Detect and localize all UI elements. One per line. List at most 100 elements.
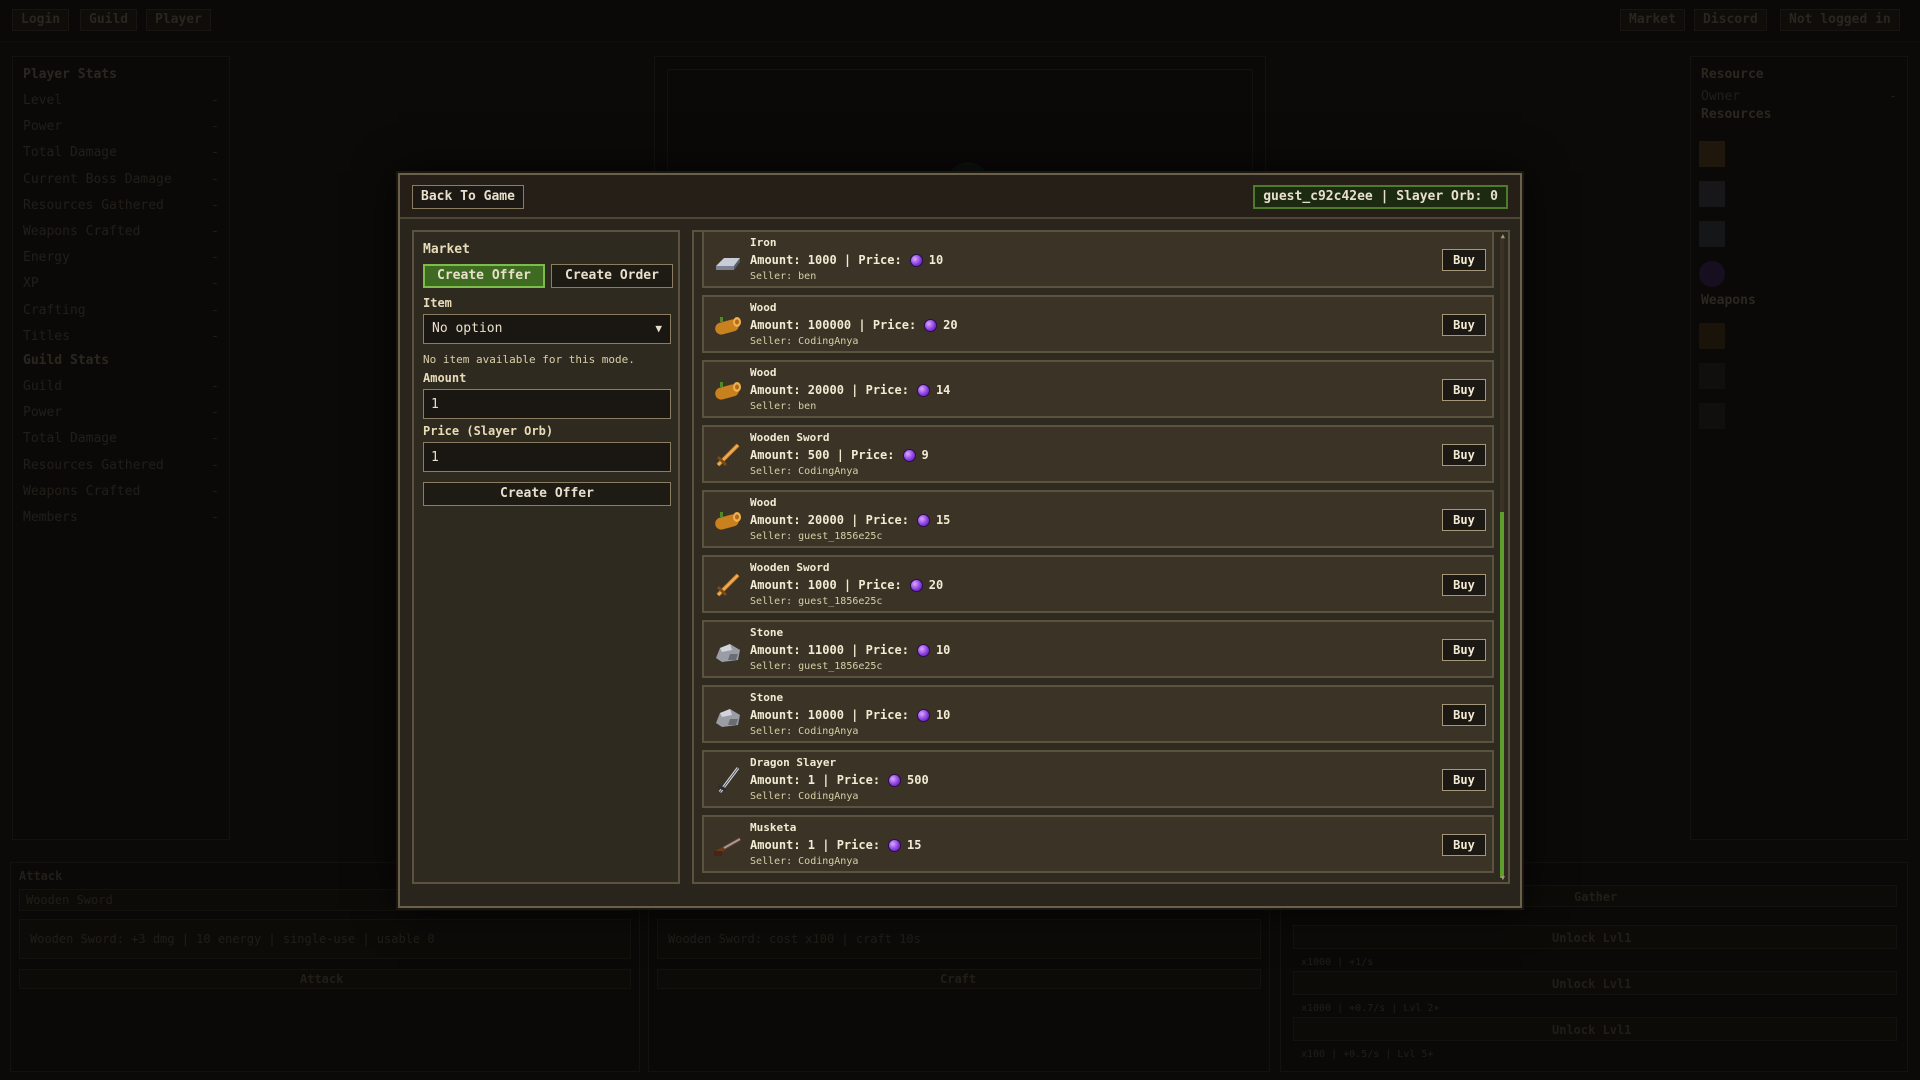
buy-button[interactable]: Buy [1442,314,1486,336]
price-label: Price (Slayer Orb) [423,424,554,438]
listing-item-name: Wooden Sword [750,431,830,444]
create-order-tab[interactable]: Create Order [551,264,673,288]
modal-header: Back To Game guest_c92c42ee | Slayer Orb… [400,175,1520,219]
back-to-game-button[interactable]: Back To Game [412,185,524,209]
item-select-value: No option [432,321,503,336]
buy-button[interactable]: Buy [1442,639,1486,661]
market-listing: Dragon Slayer Amount: 1 | Price: 500 Seller… [702,750,1494,808]
buy-button[interactable]: Buy [1442,379,1486,401]
scroll-down-icon[interactable]: ▼ [1501,874,1505,882]
market-listing: Wood Amount: 20000 | Price: 14 Seller: ben B… [702,360,1494,418]
listing-amount: Amount: 20000 | Price: [750,383,909,397]
user-balance-badge: guest_c92c42ee | Slayer Orb: 0 [1253,185,1508,209]
buy-button[interactable]: Buy [1442,444,1486,466]
wood-log-icon [712,376,744,404]
buy-button[interactable]: Buy [1442,574,1486,596]
listings-scrollbar-thumb[interactable] [1500,512,1504,878]
listing-seller: Seller: guest_1856e25c [750,661,883,672]
item-label: Item [423,296,452,310]
listing-amount-price: Amount: 11000 | Price: 10 [750,643,950,657]
listing-price: 500 [907,773,929,787]
listing-amount: Amount: 500 | Price: [750,448,895,462]
listing-amount-price: Amount: 20000 | Price: 14 [750,383,950,397]
listing-amount: Amount: 10000 | Price: [750,708,909,722]
listing-amount: Amount: 20000 | Price: [750,513,909,527]
listing-item-name: Iron [750,236,777,249]
listing-price: 20 [928,578,944,592]
market-form-title: Market [423,242,470,257]
listing-seller: Seller: CodingAnya [750,336,859,347]
slayer-orb-icon [909,578,923,592]
wooden-sword-icon [712,571,744,599]
listing-item-name: Dragon Slayer [750,756,837,769]
listing-amount-price: Amount: 1000 | Price: 20 [750,578,943,592]
market-listing: Wood Amount: 20000 | Price: 15 Seller: gues… [702,490,1494,548]
listing-seller: Seller: ben [750,271,817,282]
price-input[interactable] [423,442,671,472]
listing-price: 15 [907,838,922,852]
listing-seller: Seller: CodingAnya [750,856,859,867]
listing-seller: Seller: CodingAnya [750,791,859,802]
listing-amount-price: Amount: 100000 | Price: 20 [750,318,958,332]
listing-item-name: Musketa [750,821,797,834]
slayer-orb-icon [916,708,930,722]
slayer-orb-icon [902,448,916,462]
listing-amount: Amount: 11000 | Price: [750,643,909,657]
item-select[interactable]: No option ▼ [423,314,671,344]
slayer-orb-icon [916,383,930,397]
no-item-hint: No item available for this mode. [423,353,635,366]
listing-price: 10 [935,708,951,722]
amount-input[interactable] [423,389,671,419]
buy-button[interactable]: Buy [1442,704,1486,726]
listing-item-name: Stone [750,691,784,704]
market-modal: Back To Game guest_c92c42ee | Slayer Orb… [398,173,1522,908]
market-listings-panel: Iron Amount: 1000 | Price: 10 Seller: ben Bu… [692,230,1510,884]
amount-label: Amount [423,371,467,385]
slayer-orb-icon [916,513,930,527]
listing-seller: Seller: CodingAnya [750,726,859,737]
market-listing: Iron Amount: 1000 | Price: 10 Seller: ben Bu… [702,232,1494,288]
listing-amount-price: Amount: 1 | Price: 500 [750,773,929,787]
buy-button[interactable]: Buy [1442,769,1486,791]
slayer-orb-icon [909,253,923,267]
listing-price: 10 [935,643,951,657]
listing-seller: Seller: CodingAnya [750,466,859,477]
listing-price: 9 [921,448,929,462]
slayer-orb-icon [924,318,938,332]
market-listing: Wooden Sword Amount: 1000 | Price: 20 Selle… [702,555,1494,613]
listing-item-name: Wood [750,301,777,314]
stone-icon [712,636,744,664]
buy-button[interactable]: Buy [1442,834,1486,856]
buy-button[interactable]: Buy [1442,509,1486,531]
create-offer-submit-button[interactable]: Create Offer [423,482,671,506]
listing-amount: Amount: 1000 | Price: [750,253,902,267]
slayer-orb-icon [888,838,902,852]
market-listing: Musketa Amount: 1 | Price: 15 Seller: Codin… [702,815,1494,873]
create-offer-tab[interactable]: Create Offer [423,264,545,288]
listing-item-name: Stone [750,626,784,639]
market-listing: Stone Amount: 11000 | Price: 10 Seller: gue… [702,620,1494,678]
dragon-slayer-sword-icon [712,766,744,794]
wood-log-icon [712,311,744,339]
market-listing: Stone Amount: 10000 | Price: 10 Seller: Cod… [702,685,1494,743]
scroll-up-icon[interactable]: ▲ [1501,232,1505,240]
listing-amount: Amount: 1 | Price: [750,838,881,852]
listing-seller: Seller: guest_1856e25c [750,531,883,542]
slayer-orb-icon [888,773,902,787]
listing-seller: Seller: guest_1856e25c [750,596,883,607]
listing-price: 15 [935,513,951,527]
listing-price: 10 [928,253,944,267]
create-offer-form: Market Create Offer Create Order Item No… [412,230,680,884]
wood-log-icon [712,506,744,534]
iron-ingot-icon [712,246,744,274]
listing-amount-price: Amount: 1000 | Price: 10 [750,253,943,267]
listing-item-name: Wood [750,366,777,379]
stone-icon [712,701,744,729]
listing-amount-price: Amount: 1 | Price: 15 [750,838,922,852]
listing-amount: Amount: 1000 | Price: [750,578,902,592]
listing-price: 14 [935,383,951,397]
chevron-down-icon: ▼ [655,322,662,335]
listing-amount: Amount: 1 | Price: [750,773,881,787]
wooden-sword-icon [712,441,744,469]
buy-button[interactable]: Buy [1442,249,1486,271]
